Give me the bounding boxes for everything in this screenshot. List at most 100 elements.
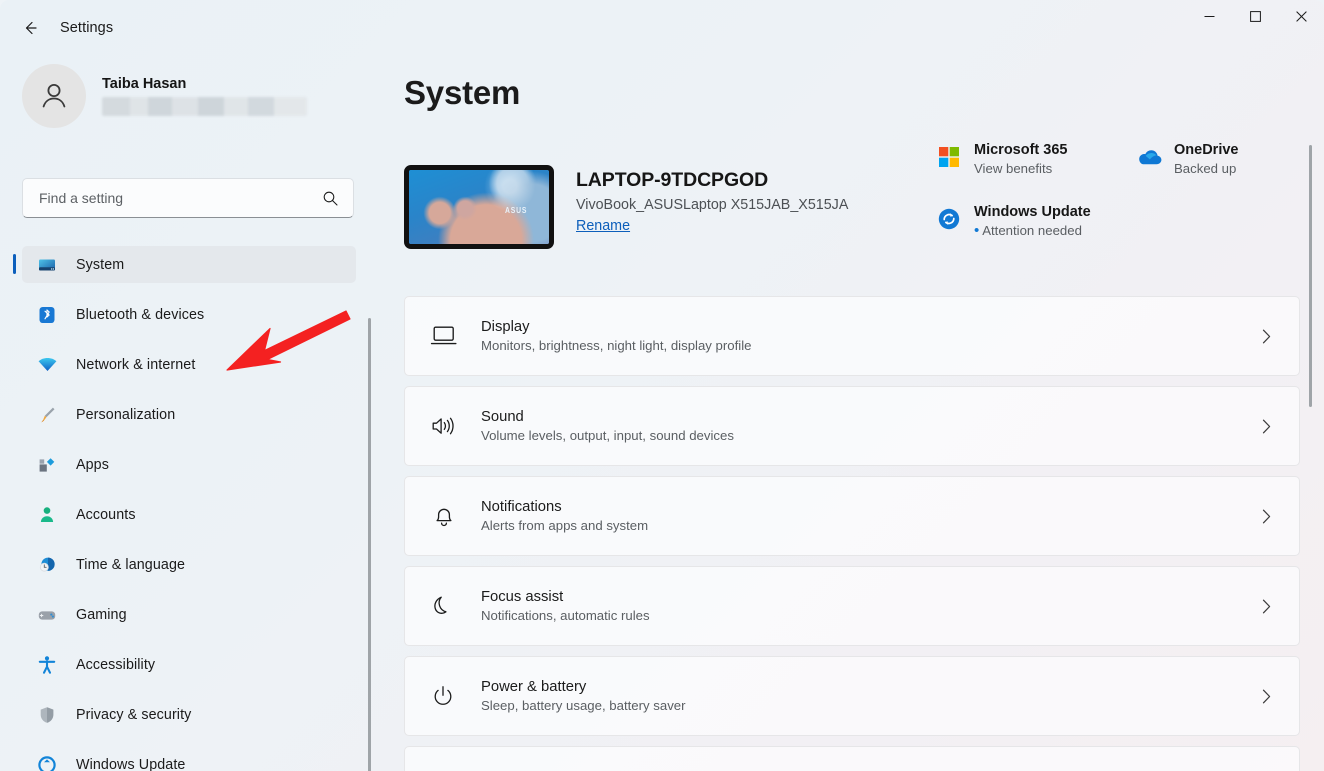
power-icon bbox=[427, 684, 461, 708]
accessibility-icon bbox=[36, 654, 58, 676]
sidebar-item-label: Gaming bbox=[76, 607, 127, 623]
search-icon bbox=[322, 190, 339, 207]
device-thumbnail: ASUS bbox=[404, 165, 554, 249]
attention-dot-icon: • bbox=[974, 222, 979, 239]
card-title: Display bbox=[481, 319, 751, 335]
device-name: LAPTOP-9TDCPGOD bbox=[576, 169, 848, 192]
main-scrollbar[interactable] bbox=[1309, 145, 1312, 407]
settings-card-display[interactable]: Display Monitors, brightness, night ligh… bbox=[404, 296, 1300, 376]
status-cards: Microsoft 365 View benefits OneDrive Bac… bbox=[936, 142, 1306, 238]
minimize-button[interactable] bbox=[1186, 0, 1232, 33]
sidebar-item-privacy-security[interactable]: Privacy & security bbox=[22, 696, 356, 733]
person-avatar-icon bbox=[36, 78, 72, 114]
gamepad-icon bbox=[36, 604, 58, 626]
windows-update-sync-icon bbox=[936, 206, 962, 232]
window-controls bbox=[1186, 0, 1324, 33]
paintbrush-icon bbox=[36, 404, 58, 426]
main-content: System ASUS LAPTOP-9TDCPGOD VivoBook_ASU… bbox=[380, 56, 1324, 771]
sidebar-item-label: Apps bbox=[76, 457, 109, 473]
shield-icon bbox=[36, 704, 58, 726]
sidebar-item-time-language[interactable]: Time & language bbox=[22, 546, 356, 583]
status-title: OneDrive bbox=[1174, 142, 1238, 158]
nav-spacer bbox=[0, 683, 380, 696]
card-subtitle: Sleep, battery usage, battery saver bbox=[481, 698, 686, 713]
nav-spacer bbox=[0, 383, 380, 396]
nav-spacer bbox=[0, 433, 380, 446]
bell-icon bbox=[427, 504, 461, 528]
sidebar-item-gaming[interactable]: Gaming bbox=[22, 596, 356, 633]
settings-card-focus-assist[interactable]: Focus assist Notifications, automatic ru… bbox=[404, 566, 1300, 646]
nav-spacer bbox=[0, 583, 380, 596]
settings-card-partial-next[interactable] bbox=[404, 746, 1300, 771]
sidebar-item-windows-update[interactable]: Windows Update bbox=[22, 746, 356, 771]
back-button[interactable] bbox=[12, 14, 48, 46]
settings-card-power-battery[interactable]: Power & battery Sleep, battery usage, ba… bbox=[404, 656, 1300, 736]
sidebar-item-label: Network & internet bbox=[76, 357, 195, 373]
rename-link[interactable]: Rename bbox=[576, 218, 630, 234]
status-subtitle-text: Attention needed bbox=[982, 223, 1082, 238]
status-card-microsoft-365[interactable]: Microsoft 365 View benefits bbox=[936, 142, 1136, 176]
card-title: Focus assist bbox=[481, 589, 650, 605]
status-subtitle: View benefits bbox=[974, 161, 1067, 176]
nav-spacer bbox=[0, 633, 380, 646]
minimize-icon bbox=[1204, 11, 1215, 22]
sidebar-item-label: Privacy & security bbox=[76, 707, 191, 723]
sidebar-item-network-internet[interactable]: Network & internet bbox=[22, 346, 356, 383]
status-subtitle: Backed up bbox=[1174, 161, 1238, 176]
account-tile[interactable]: Taiba Hasan bbox=[22, 64, 307, 128]
card-title: Sound bbox=[481, 409, 734, 425]
chevron-right-icon bbox=[1260, 328, 1273, 345]
moon-icon bbox=[427, 594, 461, 618]
bluetooth-icon bbox=[36, 304, 58, 326]
device-summary: ASUS LAPTOP-9TDCPGOD VivoBook_ASUSLaptop… bbox=[404, 165, 848, 249]
account-email-redacted bbox=[102, 97, 307, 116]
card-title: Power & battery bbox=[481, 679, 686, 695]
sidebar-item-label: Accounts bbox=[76, 507, 136, 523]
avatar bbox=[22, 64, 86, 128]
sidebar-item-label: Personalization bbox=[76, 407, 175, 423]
sidebar-item-label: Windows Update bbox=[76, 757, 185, 771]
search-box[interactable] bbox=[22, 178, 354, 218]
status-row-top: Microsoft 365 View benefits OneDrive Bac… bbox=[936, 142, 1306, 176]
selection-indicator bbox=[13, 254, 16, 274]
card-subtitle: Notifications, automatic rules bbox=[481, 608, 650, 623]
page-title: System bbox=[404, 74, 520, 112]
card-subtitle: Alerts from apps and system bbox=[481, 518, 648, 533]
sidebar-item-personalization[interactable]: Personalization bbox=[22, 396, 356, 433]
nav-spacer bbox=[0, 483, 380, 496]
status-title: Windows Update bbox=[974, 204, 1091, 220]
status-card-windows-update[interactable]: Windows Update • Attention needed bbox=[936, 204, 1091, 238]
sidebar-item-bluetooth-devices[interactable]: Bluetooth & devices bbox=[22, 296, 356, 333]
settings-card-sound[interactable]: Sound Volume levels, output, input, soun… bbox=[404, 386, 1300, 466]
sidebar-item-label: Time & language bbox=[76, 557, 185, 573]
nav-spacer bbox=[0, 283, 380, 296]
sidebar-item-apps[interactable]: Apps bbox=[22, 446, 356, 483]
maximize-button[interactable] bbox=[1232, 0, 1278, 33]
settings-window: Settings bbox=[0, 0, 1324, 771]
chevron-right-icon bbox=[1260, 508, 1273, 525]
sidebar-item-label: System bbox=[76, 257, 124, 273]
back-arrow-icon bbox=[21, 19, 39, 42]
sidebar-item-system[interactable]: System bbox=[22, 246, 356, 283]
title-bar: Settings bbox=[0, 0, 1324, 56]
sidebar-item-accessibility[interactable]: Accessibility bbox=[22, 646, 356, 683]
monitor-icon bbox=[36, 254, 58, 276]
clock-globe-icon bbox=[36, 554, 58, 576]
sidebar: Taiba Hasan bbox=[0, 56, 380, 771]
close-icon bbox=[1296, 11, 1307, 22]
speaker-icon bbox=[427, 414, 461, 438]
settings-card-notifications[interactable]: Notifications Alerts from apps and syste… bbox=[404, 476, 1300, 556]
search-input[interactable] bbox=[23, 190, 322, 206]
windows-update-icon bbox=[36, 754, 58, 771]
window-title: Settings bbox=[60, 20, 113, 36]
close-button[interactable] bbox=[1278, 0, 1324, 33]
status-title: Microsoft 365 bbox=[974, 142, 1067, 158]
sidebar-item-accounts[interactable]: Accounts bbox=[22, 496, 356, 533]
card-subtitle: Volume levels, output, input, sound devi… bbox=[481, 428, 734, 443]
card-title: Notifications bbox=[481, 499, 648, 515]
chevron-right-icon bbox=[1260, 688, 1273, 705]
apps-icon bbox=[36, 454, 58, 476]
status-card-onedrive[interactable]: OneDrive Backed up bbox=[1136, 142, 1238, 176]
sidebar-scrollbar[interactable] bbox=[368, 318, 371, 771]
sidebar-nav-list: System Bluetooth & devices bbox=[0, 246, 380, 771]
